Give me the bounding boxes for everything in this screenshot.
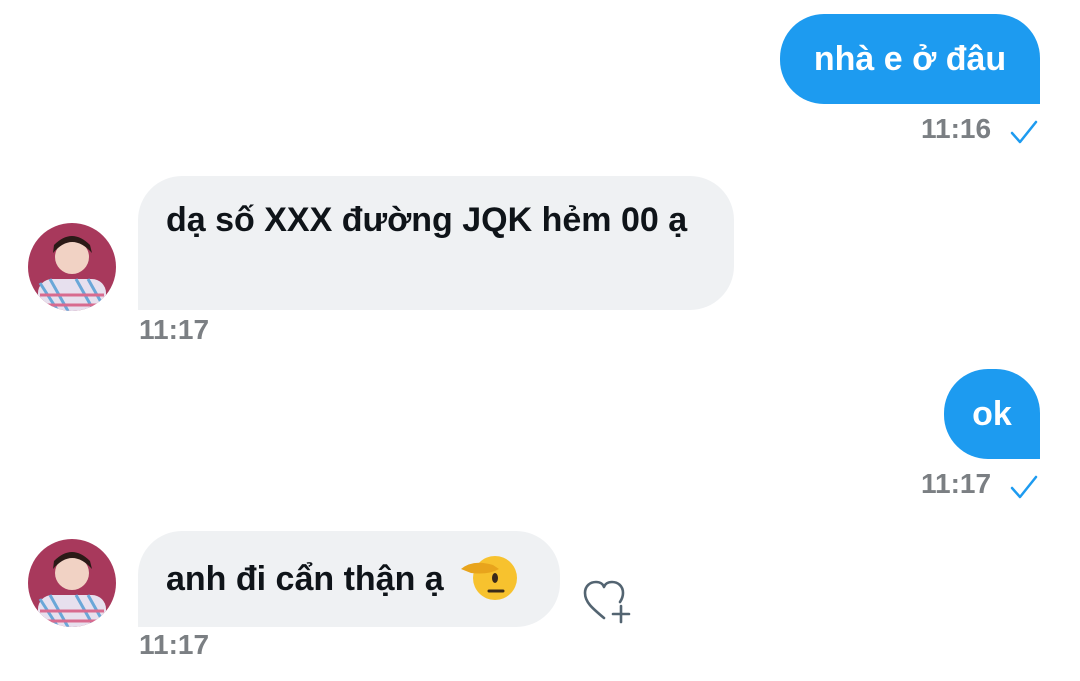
outgoing-message-bubble[interactable]: ok: [944, 369, 1040, 459]
message-timestamp: 11:17: [139, 629, 210, 660]
sent-check-icon: [1010, 475, 1038, 499]
message-text: ok: [972, 395, 1012, 433]
add-reaction-heart-icon[interactable]: [582, 580, 632, 624]
conversation-thread: nhà e ở đâu 11:16 dạ số XXX đường JQK hẻ…: [0, 0, 1080, 681]
incoming-message-bubble[interactable]: anh đi cẩn thận ạ: [138, 531, 560, 627]
message-timestamp: 11:16: [921, 113, 992, 144]
outgoing-message-bubble[interactable]: nhà e ở đâu: [780, 14, 1040, 104]
message-text: anh đi cẩn thận ạ: [166, 560, 444, 598]
message-timestamp: 11:17: [139, 314, 210, 345]
incoming-message-bubble[interactable]: dạ số XXX đường JQK hẻm 00 ạ: [138, 176, 734, 310]
sent-check-icon: [1010, 120, 1038, 144]
message-timestamp: 11:17: [921, 468, 992, 499]
message-text: dạ số XXX đường JQK hẻm 00 ạ: [166, 201, 688, 239]
message-text: nhà e ở đâu: [813, 40, 1007, 78]
saluting-face-icon: [461, 556, 518, 601]
contact-avatar[interactable]: [28, 223, 116, 311]
contact-avatar[interactable]: [28, 539, 116, 627]
